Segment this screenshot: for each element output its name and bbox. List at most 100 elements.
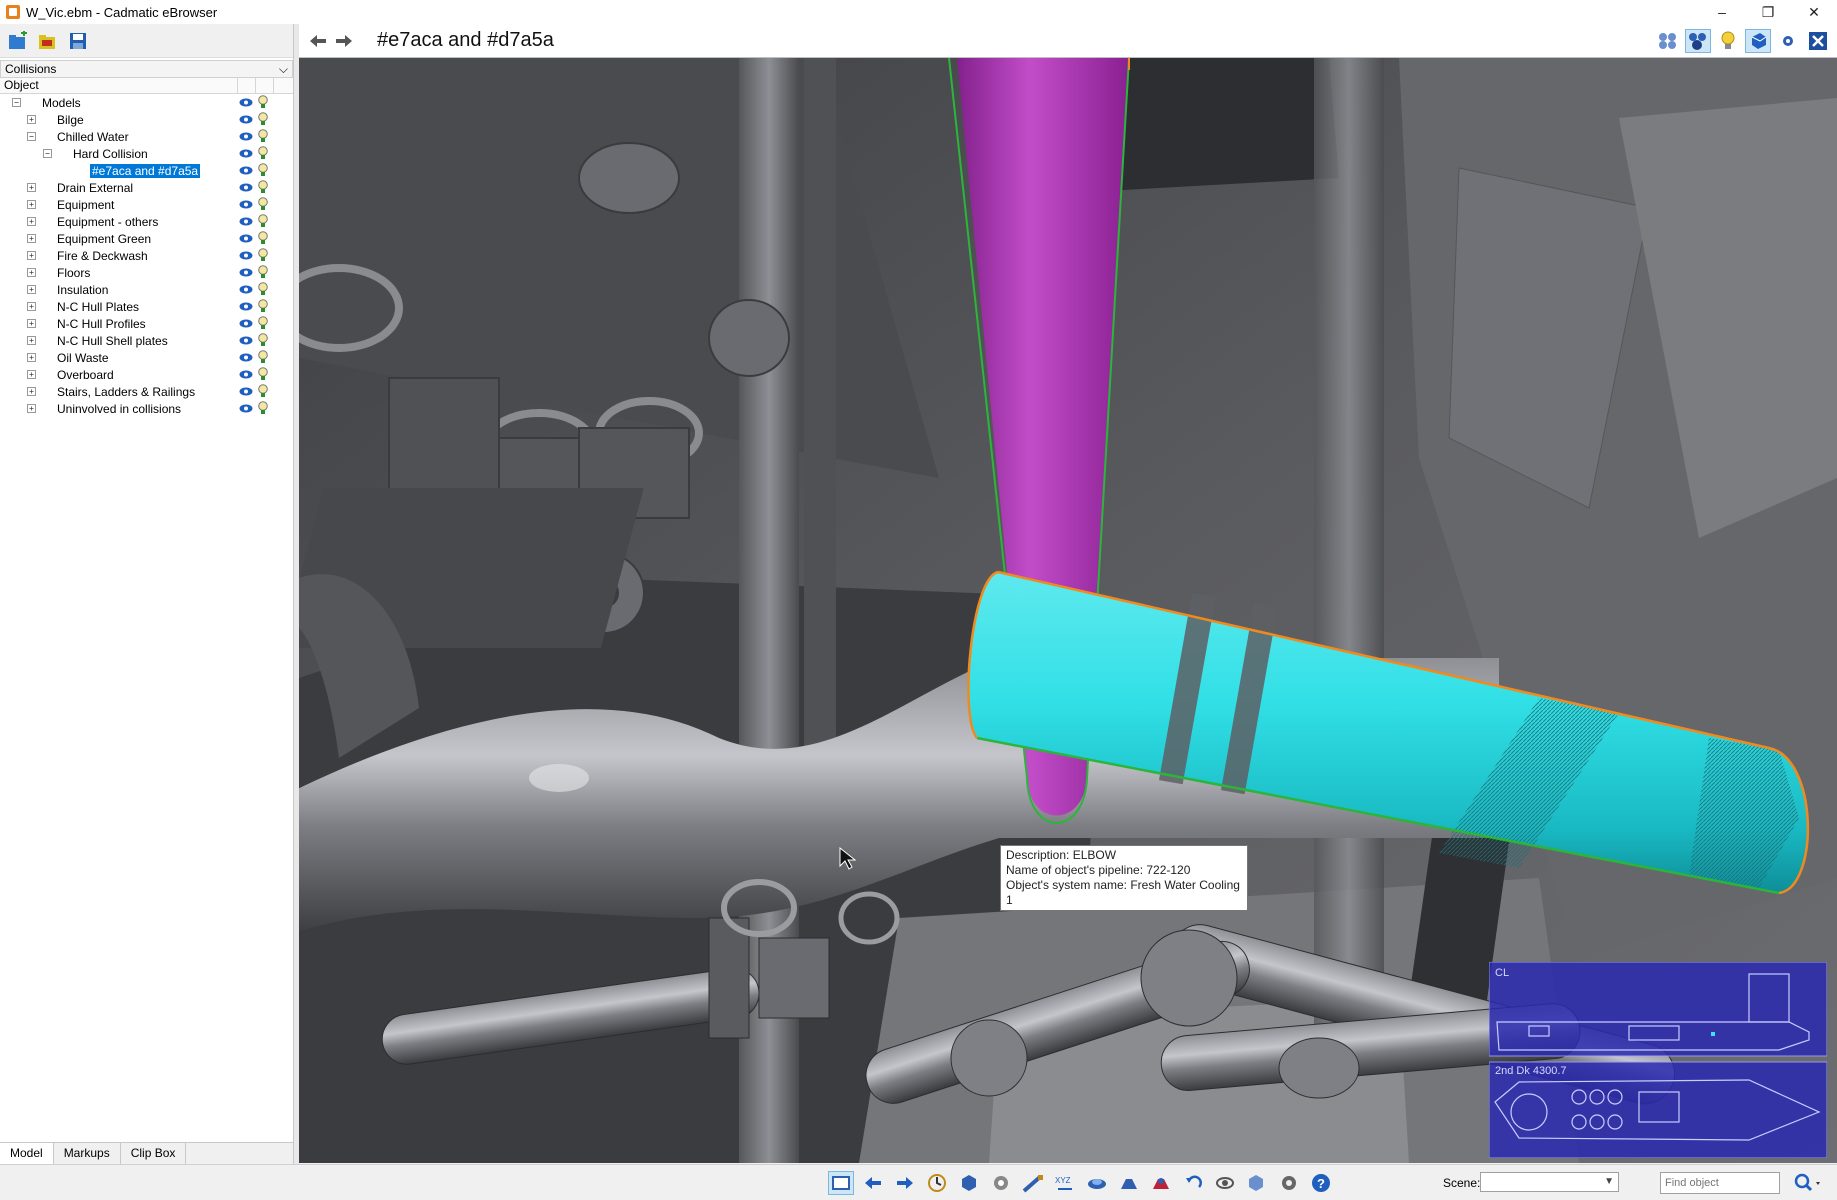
tree-item[interactable]: − Chilled Water bbox=[0, 128, 293, 145]
find-object-input[interactable] bbox=[1660, 1172, 1780, 1194]
close-button[interactable]: ✕ bbox=[1791, 0, 1837, 24]
eye-icon[interactable] bbox=[239, 387, 253, 396]
eye-icon[interactable] bbox=[239, 336, 253, 345]
tree-item[interactable]: #e7aca and #d7a5a bbox=[0, 162, 293, 179]
lightbulb-icon[interactable] bbox=[258, 265, 268, 280]
expand-icon[interactable]: + bbox=[27, 217, 36, 226]
expand-icon[interactable]: + bbox=[27, 115, 36, 124]
tree-item[interactable]: + N-C Hull Shell plates bbox=[0, 332, 293, 349]
tree-item[interactable]: + Oil Waste bbox=[0, 349, 293, 366]
eye-icon[interactable] bbox=[239, 183, 253, 192]
eye-icon[interactable] bbox=[239, 149, 253, 158]
clip-plane-icon[interactable] bbox=[1084, 1171, 1110, 1195]
tab-clip-box[interactable]: Clip Box bbox=[121, 1143, 187, 1164]
lightbulb-icon[interactable] bbox=[258, 197, 268, 212]
back-icon[interactable] bbox=[860, 1171, 886, 1195]
expand-icon[interactable]: + bbox=[27, 285, 36, 294]
lightbulb-icon[interactable] bbox=[258, 163, 268, 178]
tab-model[interactable]: Model bbox=[0, 1143, 54, 1164]
lightbulb-icon[interactable] bbox=[258, 112, 268, 127]
collapse-icon[interactable]: − bbox=[12, 98, 21, 107]
tree-item[interactable]: + Fire & Deckwash bbox=[0, 247, 293, 264]
measure-icon[interactable] bbox=[1020, 1171, 1046, 1195]
lightbulb-icon[interactable] bbox=[258, 316, 268, 331]
expand-icon[interactable]: + bbox=[27, 251, 36, 260]
expand-icon[interactable]: + bbox=[27, 268, 36, 277]
expand-icon[interactable]: + bbox=[27, 319, 36, 328]
single-view-icon[interactable] bbox=[828, 1171, 854, 1195]
eye-icon[interactable] bbox=[239, 353, 253, 362]
tree-item[interactable]: + Equipment - others bbox=[0, 213, 293, 230]
tree-item[interactable]: + Drain External bbox=[0, 179, 293, 196]
tree-item[interactable]: + Bilge bbox=[0, 111, 293, 128]
forward-arrow-icon[interactable] bbox=[333, 31, 355, 51]
hide-others-icon[interactable] bbox=[1685, 29, 1711, 53]
close-view-icon[interactable] bbox=[1805, 29, 1831, 53]
eye-icon[interactable] bbox=[239, 217, 253, 226]
restore-button[interactable]: ❐ bbox=[1745, 0, 1791, 24]
expand-icon[interactable]: + bbox=[27, 183, 36, 192]
gear-view-icon[interactable] bbox=[988, 1171, 1014, 1195]
lightbulb-icon[interactable] bbox=[258, 299, 268, 314]
open-markup-icon[interactable] bbox=[36, 30, 60, 52]
walk-mode-icon[interactable] bbox=[1116, 1171, 1142, 1195]
lightbulb-icon[interactable] bbox=[258, 180, 268, 195]
cube-view-icon[interactable] bbox=[956, 1171, 982, 1195]
markup-icon[interactable] bbox=[1148, 1171, 1174, 1195]
expand-icon[interactable]: + bbox=[27, 234, 36, 243]
help-icon[interactable]: ? bbox=[1308, 1171, 1334, 1195]
ship-minimap[interactable]: CL 2nd Dk 4300.7 bbox=[1488, 961, 1828, 1159]
eye-icon[interactable] bbox=[239, 285, 253, 294]
expand-icon[interactable]: + bbox=[27, 387, 36, 396]
scene-select[interactable]: ▼ bbox=[1480, 1172, 1619, 1192]
eye-icon[interactable] bbox=[239, 166, 253, 175]
tree-item[interactable]: + N-C Hull Profiles bbox=[0, 315, 293, 332]
eye-icon[interactable] bbox=[239, 115, 253, 124]
eye-icon[interactable] bbox=[239, 404, 253, 413]
tree-item[interactable]: + Equipment bbox=[0, 196, 293, 213]
expand-icon[interactable]: + bbox=[27, 404, 36, 413]
eye-icon[interactable] bbox=[239, 268, 253, 277]
lightbulb-icon[interactable] bbox=[258, 231, 268, 246]
lightbulb-icon[interactable] bbox=[258, 95, 268, 110]
expand-icon[interactable]: + bbox=[27, 353, 36, 362]
forward-icon[interactable] bbox=[892, 1171, 918, 1195]
save-icon[interactable] bbox=[66, 30, 90, 52]
expand-icon[interactable]: + bbox=[27, 302, 36, 311]
lightbulb-icon[interactable] bbox=[258, 129, 268, 144]
eye-icon[interactable] bbox=[239, 234, 253, 243]
tree-item[interactable]: + Floors bbox=[0, 264, 293, 281]
eye-icon[interactable] bbox=[239, 370, 253, 379]
search-icon[interactable] bbox=[1788, 1171, 1828, 1195]
eye-icon[interactable] bbox=[239, 319, 253, 328]
expand-icon[interactable]: + bbox=[27, 336, 36, 345]
expand-icon[interactable]: + bbox=[27, 370, 36, 379]
tree-item[interactable]: − Hard Collision bbox=[0, 145, 293, 162]
tree-item[interactable]: + N-C Hull Plates bbox=[0, 298, 293, 315]
cube-icon[interactable] bbox=[1745, 29, 1771, 53]
object-properties-icon[interactable] bbox=[1244, 1171, 1270, 1195]
undo-icon[interactable] bbox=[1180, 1171, 1206, 1195]
eye-icon[interactable] bbox=[239, 200, 253, 209]
visibility-column-header[interactable] bbox=[238, 78, 256, 93]
gear-icon[interactable] bbox=[1276, 1171, 1302, 1195]
lightbulb-icon[interactable] bbox=[258, 214, 268, 229]
light-icon[interactable] bbox=[1715, 29, 1741, 53]
minimize-button[interactable]: – bbox=[1699, 0, 1745, 24]
navigation-mode-icon[interactable] bbox=[924, 1171, 950, 1195]
lightbulb-icon[interactable] bbox=[258, 146, 268, 161]
lightbulb-icon[interactable] bbox=[258, 350, 268, 365]
eye-icon[interactable] bbox=[239, 302, 253, 311]
tree-item[interactable]: + Uninvolved in collisions bbox=[0, 400, 293, 417]
tree-item[interactable]: + Insulation bbox=[0, 281, 293, 298]
lightbulb-icon[interactable] bbox=[258, 248, 268, 263]
collapse-icon[interactable]: − bbox=[27, 132, 36, 141]
view-mode-dropdown[interactable]: Collisions ⌵ bbox=[0, 60, 293, 78]
lightbulb-icon[interactable] bbox=[258, 401, 268, 416]
tree-item[interactable]: + Overboard bbox=[0, 366, 293, 383]
eye-icon[interactable] bbox=[239, 132, 253, 141]
open-model-icon[interactable] bbox=[6, 30, 30, 52]
settings-icon[interactable] bbox=[1775, 29, 1801, 53]
tree-item[interactable]: + Equipment Green bbox=[0, 230, 293, 247]
object-column-header[interactable]: Object bbox=[0, 78, 238, 93]
